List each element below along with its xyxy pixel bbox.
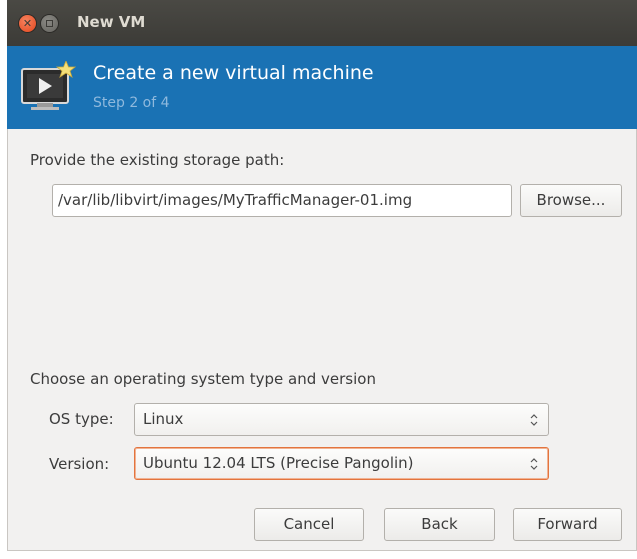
wizard-header: Create a new virtual machine Step 2 of 4 bbox=[7, 46, 637, 129]
window-title: New VM bbox=[77, 13, 146, 31]
browse-button[interactable]: Browse... bbox=[520, 184, 622, 217]
storage-path-input[interactable]: /var/lib/libvirt/images/MyTrafficManager… bbox=[52, 184, 512, 217]
os-type-value: Linux bbox=[143, 410, 184, 428]
version-select[interactable]: Ubuntu 12.04 LTS (Precise Pangolin) bbox=[134, 447, 549, 480]
updown-arrow-icon bbox=[530, 458, 538, 470]
close-icon[interactable]: ✕ bbox=[19, 15, 36, 32]
os-type-select[interactable]: Linux bbox=[134, 403, 549, 436]
new-vm-monitor-icon bbox=[21, 61, 77, 110]
new-vm-window: ✕ New VM Create a new virtual machine St… bbox=[0, 0, 637, 559]
version-value: Ubuntu 12.04 LTS (Precise Pangolin) bbox=[143, 454, 414, 472]
storage-path-label: Provide the existing storage path: bbox=[30, 151, 285, 169]
header-title: Create a new virtual machine bbox=[93, 62, 374, 84]
cancel-button[interactable]: Cancel bbox=[254, 508, 364, 541]
forward-button[interactable]: Forward bbox=[513, 508, 622, 541]
updown-arrow-icon bbox=[530, 414, 538, 426]
step-indicator: Step 2 of 4 bbox=[93, 95, 170, 111]
os-type-label: OS type: bbox=[49, 410, 114, 428]
back-button[interactable]: Back bbox=[384, 508, 495, 541]
os-section-label: Choose an operating system type and vers… bbox=[30, 370, 376, 388]
version-label: Version: bbox=[49, 455, 110, 473]
minimize-icon[interactable] bbox=[41, 15, 58, 32]
title-bar[interactable]: ✕ New VM bbox=[7, 0, 637, 46]
